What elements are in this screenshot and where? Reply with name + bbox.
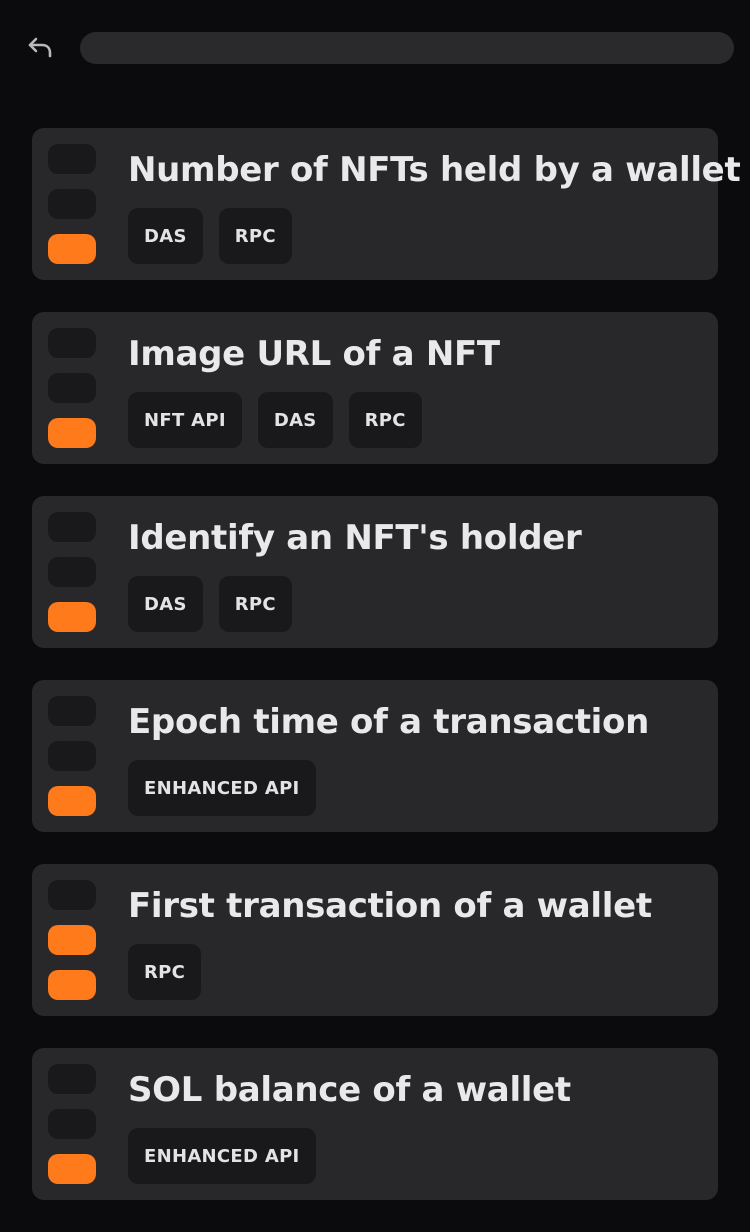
difficulty-level-1 <box>48 1064 96 1094</box>
card-title: Image URL of a NFT <box>128 334 500 374</box>
query-card[interactable]: SOL balance of a wallet ENHANCED API <box>32 1048 718 1200</box>
tag-list: ENHANCED API <box>128 760 316 816</box>
top-bar <box>0 0 750 96</box>
difficulty-level-1 <box>48 880 96 910</box>
difficulty-level-3 <box>48 786 96 816</box>
query-card[interactable]: First transaction of a wallet RPC <box>32 864 718 1016</box>
tag-badge: RPC <box>218 208 292 264</box>
tag-badge: DAS <box>128 576 203 632</box>
card-title: Identify an NFT's holder <box>128 518 582 558</box>
tag-list: DAS RPC <box>128 208 292 264</box>
card-title: Epoch time of a transaction <box>128 702 649 742</box>
difficulty-level-2 <box>48 1109 96 1139</box>
difficulty-level-1 <box>48 328 96 358</box>
tag-badge: ENHANCED API <box>128 1128 316 1184</box>
tag-badge: RPC <box>348 392 422 448</box>
query-card[interactable]: Epoch time of a transaction ENHANCED API <box>32 680 718 832</box>
card-title: SOL balance of a wallet <box>128 1070 571 1110</box>
tag-badge: NFT API <box>128 392 242 448</box>
tag-list: NFT API DAS RPC <box>128 392 422 448</box>
undo-arrow-icon <box>28 37 52 58</box>
tag-list: DAS RPC <box>128 576 292 632</box>
difficulty-level-2 <box>48 557 96 587</box>
difficulty-level-3 <box>48 234 96 264</box>
tag-badge: DAS <box>128 208 203 264</box>
difficulty-level-3 <box>48 602 96 632</box>
difficulty-level-3 <box>48 418 96 448</box>
back-button[interactable] <box>20 26 60 66</box>
card-title: Number of NFTs held by a wallet <box>128 150 741 190</box>
card-title: First transaction of a wallet <box>128 886 652 926</box>
difficulty-level-1 <box>48 144 96 174</box>
difficulty-level-2 <box>48 373 96 403</box>
query-card[interactable]: Identify an NFT's holder DAS RPC <box>32 496 718 648</box>
tag-list: ENHANCED API <box>128 1128 316 1184</box>
tag-badge: RPC <box>128 944 202 1000</box>
tag-badge: DAS <box>257 392 333 448</box>
query-card[interactable]: Number of NFTs held by a wallet DAS RPC <box>32 128 741 280</box>
tag-badge: ENHANCED API <box>128 760 316 816</box>
difficulty-level-3 <box>48 1154 96 1184</box>
tag-list: RPC <box>128 944 202 1000</box>
difficulty-level-1 <box>48 696 96 726</box>
query-card[interactable]: Image URL of a NFT NFT API DAS RPC <box>32 312 718 464</box>
difficulty-level-2 <box>48 925 96 955</box>
tag-badge: RPC <box>218 576 292 632</box>
query-list: Number of NFTs held by a wallet DAS RPC … <box>32 128 741 1232</box>
difficulty-level-3 <box>48 970 96 1000</box>
difficulty-level-2 <box>48 189 96 219</box>
difficulty-level-1 <box>48 512 96 542</box>
search-input[interactable] <box>80 32 734 64</box>
difficulty-level-2 <box>48 741 96 771</box>
